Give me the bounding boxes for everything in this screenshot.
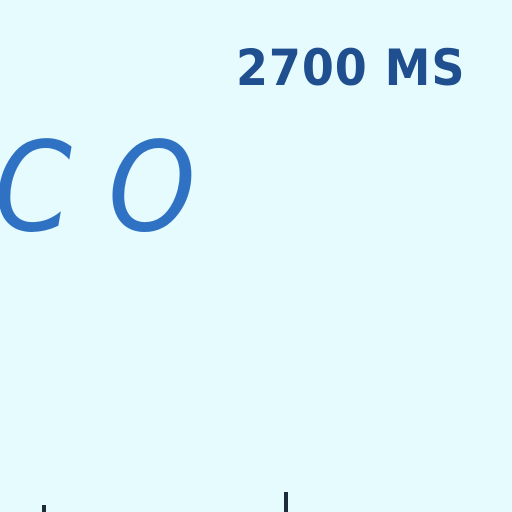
- timer-readout: 2700 MS: [236, 39, 466, 97]
- bottom-tick-mark: [284, 492, 288, 512]
- stimulus-letter-o: O: [108, 116, 196, 260]
- bottom-tick-mark: [42, 505, 46, 512]
- stimulus-letter-c: C: [0, 116, 72, 260]
- stimulus-screen: 2700 MS C O: [0, 0, 512, 512]
